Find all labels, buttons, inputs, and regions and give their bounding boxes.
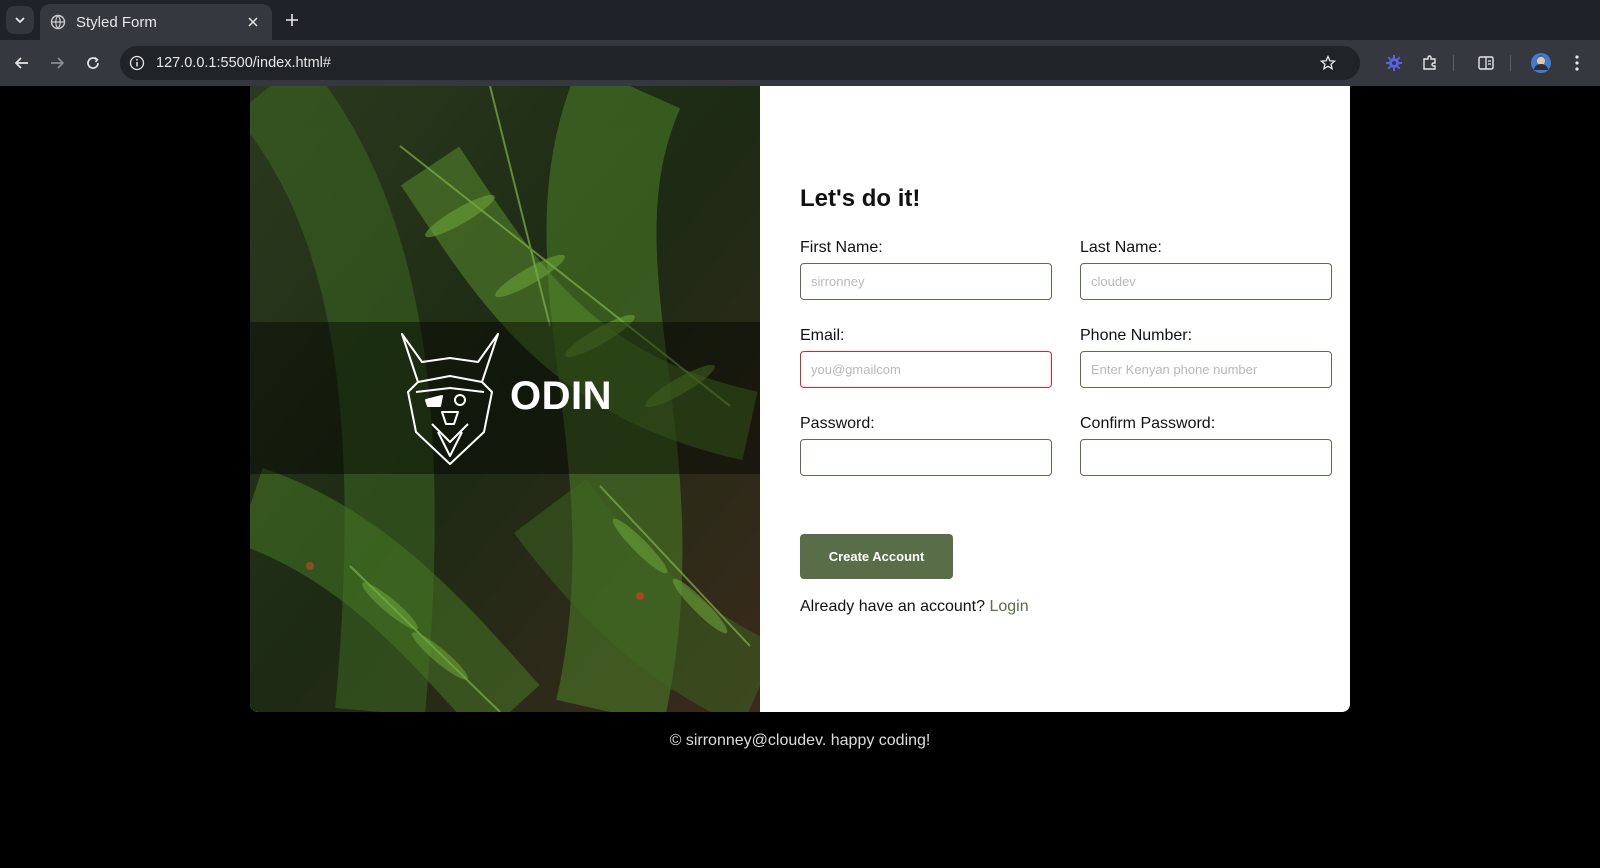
brand-name: ODIN [510, 374, 612, 418]
browser-tab[interactable]: Styled Form [40, 4, 272, 40]
confirm-password-group: Confirm Password: [1080, 415, 1332, 476]
tab-title: Styled Form [76, 13, 157, 31]
reload-icon [87, 56, 99, 69]
email-input[interactable] [800, 351, 1052, 388]
last-name-input[interactable] [1080, 263, 1332, 300]
toolbar-divider [1510, 55, 1511, 71]
confirm-password-label: Confirm Password: [1080, 415, 1216, 432]
signin-prompt: Already have an account? Login [800, 598, 1029, 616]
email-label: Email: [800, 327, 845, 344]
bookmark-star-icon[interactable] [1316, 51, 1340, 75]
first-name-input[interactable] [800, 263, 1052, 300]
extension-gear-icon[interactable] [1382, 51, 1406, 75]
arrow-left-icon [14, 57, 28, 69]
password-group: Password: [800, 415, 1052, 476]
phone-label: Phone Number: [1080, 327, 1193, 344]
signup-card: ODIN Let's do it! First Name: Last Name:… [250, 86, 1350, 712]
globe-icon [50, 14, 66, 30]
extensions-puzzle-icon[interactable] [1418, 51, 1442, 75]
password-input[interactable] [800, 439, 1052, 476]
first-name-group: First Name: [800, 239, 1052, 300]
browser-toolbar: 127.0.0.1:5500/index.html# [0, 40, 1600, 86]
tab-close-icon[interactable] [244, 13, 262, 31]
url-text: 127.0.0.1:5500/index.html# [156, 55, 331, 71]
last-name-label: Last Name: [1080, 239, 1162, 256]
address-bar[interactable]: 127.0.0.1:5500/index.html# [120, 46, 1360, 80]
back-button[interactable] [10, 51, 34, 75]
hero-panel: ODIN [250, 86, 760, 712]
tab-search-button[interactable] [6, 6, 34, 34]
confirm-password-input[interactable] [1080, 439, 1332, 476]
profile-avatar[interactable] [1529, 51, 1553, 75]
form-heading: Let's do it! [800, 185, 921, 212]
page-content: ODIN Let's do it! First Name: Last Name:… [0, 86, 1600, 868]
toolbar-divider [1453, 55, 1454, 71]
brand-overlay-band [250, 322, 760, 474]
chevron-down-icon [15, 17, 25, 24]
email-group: Email: [800, 327, 1052, 388]
phone-group: Phone Number: [1080, 327, 1332, 388]
menu-kebab-icon[interactable] [1565, 51, 1589, 75]
first-name-label: First Name: [800, 239, 883, 256]
login-link[interactable]: Login [989, 598, 1028, 615]
site-info-icon[interactable] [126, 52, 148, 74]
viking-head-logo-icon [401, 333, 499, 465]
create-account-button[interactable]: Create Account [800, 534, 953, 579]
footer-text: © sirronney@cloudev. happy coding! [669, 732, 931, 749]
forward-button[interactable] [45, 51, 69, 75]
new-tab-button[interactable] [280, 8, 304, 32]
tab-bar: Styled Form [0, 0, 1600, 40]
reading-list-icon[interactable] [1474, 51, 1498, 75]
phone-input[interactable] [1080, 351, 1332, 388]
reload-button[interactable] [81, 51, 105, 75]
password-label: Password: [800, 415, 875, 432]
signin-prompt-text: Already have an account? [800, 598, 986, 615]
arrow-right-icon [51, 57, 65, 69]
last-name-group: Last Name: [1080, 239, 1332, 300]
signup-form: Let's do it! First Name: Last Name: Emai… [800, 86, 1350, 712]
plus-icon [286, 14, 298, 26]
